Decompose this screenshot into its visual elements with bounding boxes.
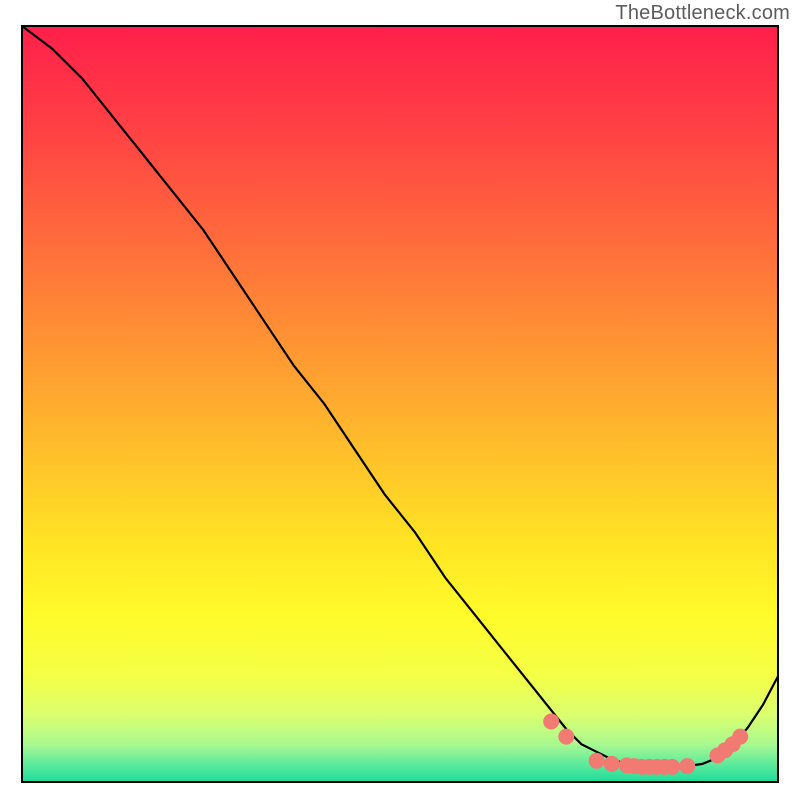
plot-background: [22, 26, 778, 782]
marker-dot: [679, 758, 695, 774]
marker-dot: [604, 756, 620, 772]
marker-dot: [543, 714, 559, 730]
chart-container: TheBottleneck.com: [0, 0, 800, 800]
marker-dot: [589, 753, 605, 769]
bottleneck-curve-chart: [0, 0, 800, 800]
attribution-label: TheBottleneck.com: [615, 2, 790, 25]
marker-dot: [732, 729, 748, 745]
marker-dot: [558, 729, 574, 745]
marker-dot: [664, 759, 680, 775]
